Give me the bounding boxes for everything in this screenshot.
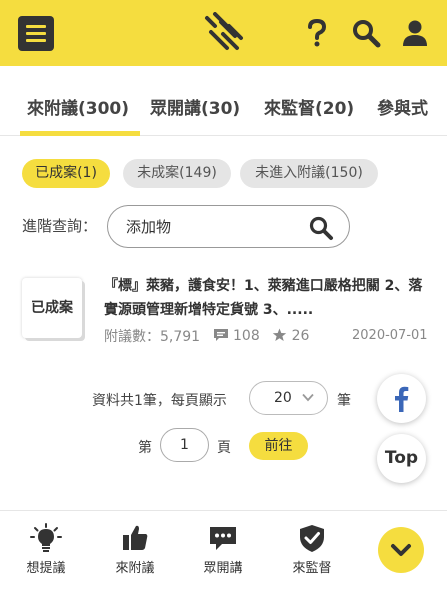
proposal-date: 2020-07-01 — [352, 328, 428, 343]
expand-menu-button[interactable] — [378, 527, 424, 573]
filter-chip-not-passed[interactable]: 未成案(149) — [123, 159, 231, 188]
tab-jiandu[interactable]: 來監督(20) — [264, 94, 354, 119]
search-icon[interactable] — [308, 215, 334, 241]
per-page-value: 20 — [274, 390, 292, 406]
tab-participatory[interactable]: 參與式 — [377, 94, 428, 119]
bottom-nav-monitor[interactable]: 來監督 — [282, 519, 342, 576]
bottom-nav-propose[interactable]: 想提議 — [16, 519, 76, 576]
pagination-summary: 資料共1筆，每頁顯示 — [92, 393, 227, 409]
search-box — [107, 205, 350, 248]
comment-count: 108 — [233, 328, 260, 344]
page-suffix: 頁 — [217, 440, 231, 456]
bottom-nav-label: 來附議 — [115, 561, 155, 576]
filter-chip-passed[interactable]: 已成案(1) — [22, 159, 110, 188]
proposal-meta: 附議數：5,791 108 26 — [104, 326, 317, 346]
sign-count-label: 附議數： — [104, 329, 160, 345]
bottom-nav-label: 來監督 — [292, 561, 332, 576]
thumbs-up-icon — [123, 525, 148, 550]
proposal-title[interactable]: 『標』萊豬，護食安！1、萊豬進口嚴格把關 2、落實源頭管理新增特定貨號 3、..… — [104, 274, 429, 322]
per-page-unit: 筆 — [337, 393, 351, 409]
bottom-nav-discuss[interactable]: 眾開講 — [193, 519, 253, 576]
page-prefix: 第 — [138, 440, 152, 456]
hand-logo-icon[interactable] — [201, 12, 245, 54]
search-icon[interactable] — [351, 18, 381, 48]
search-input[interactable] — [126, 217, 296, 235]
facebook-icon — [395, 386, 409, 412]
status-badge: 已成案 — [22, 278, 82, 338]
category-tabs: 來附議(300) 眾開講(30) 來監督(20) 參與式 — [0, 84, 447, 136]
user-icon[interactable] — [400, 18, 430, 48]
bottom-nav-label: 眾開講 — [203, 561, 243, 576]
chevron-down-icon — [391, 544, 411, 556]
star-icon — [272, 328, 287, 341]
bottom-nav-endorse[interactable]: 來附議 — [105, 519, 165, 576]
advanced-search-label: 進階查詢： — [22, 217, 98, 235]
page-number-input[interactable]: 1 — [160, 428, 209, 462]
bottom-nav: 想提議 來附議 眾開講 來監督 — [0, 510, 447, 590]
hamburger-menu-icon[interactable] — [18, 16, 54, 51]
lightbulb-icon — [30, 523, 62, 552]
list-item[interactable]: 已成案 『標』萊豬，護食安！1、萊豬進口嚴格把關 2、落實源頭管理新增特定貨號 … — [0, 268, 447, 358]
active-tab-indicator — [20, 131, 140, 136]
sign-count-value: 5,791 — [160, 329, 201, 345]
shield-check-icon — [300, 525, 324, 552]
tab-fuyi[interactable]: 來附議(300) — [27, 94, 129, 119]
filter-chip-not-entered[interactable]: 未進入附議(150) — [240, 159, 378, 188]
comment-icon — [213, 329, 228, 341]
top-bar — [0, 0, 447, 66]
question-mark-icon[interactable] — [302, 18, 332, 48]
back-to-top-button[interactable]: Top — [377, 434, 426, 483]
per-page-select[interactable]: 20 — [249, 381, 328, 415]
bottom-nav-label: 想提議 — [26, 561, 66, 576]
go-button[interactable]: 前往 — [249, 432, 308, 460]
speech-bubble-icon — [210, 527, 236, 550]
chevron-down-icon — [302, 393, 314, 402]
star-count: 26 — [291, 328, 310, 344]
tab-kaijiang[interactable]: 眾開講(30) — [150, 94, 240, 119]
facebook-share-button[interactable] — [377, 374, 426, 423]
